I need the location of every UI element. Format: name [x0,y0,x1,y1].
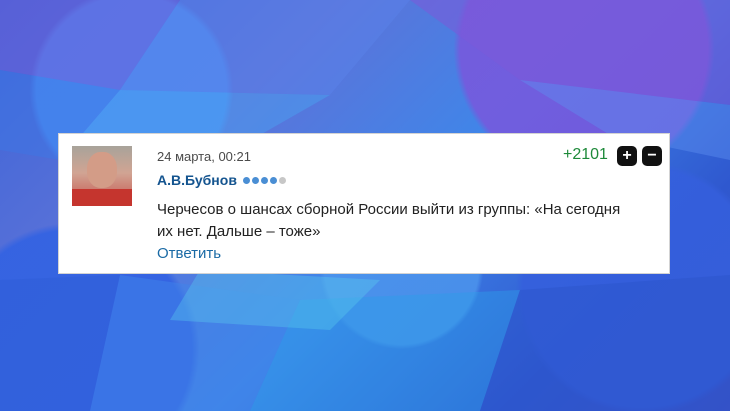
author-rating [242,176,286,184]
comment-card: 24 марта, 00:21 А.В.Бубнов Черчесов о ша… [58,133,670,274]
rating-dot [242,176,250,184]
avatar-face [87,152,117,188]
downvote-button[interactable]: − [642,146,662,166]
avatar-shirt [72,189,132,206]
comment-text: Черчесов о шансах сборной России выйти и… [157,201,621,240]
rating-dot [251,176,259,184]
comment-date: 24 марта, 00:21 [157,149,251,164]
rating-dot [260,176,268,184]
comment-score: +2101 [563,146,608,163]
author-block: А.В.Бубнов [157,172,286,188]
minus-icon: − [647,147,657,164]
avatar[interactable] [72,146,132,206]
author-name[interactable]: А.В.Бубнов [157,172,237,188]
upvote-button[interactable]: + [617,146,637,166]
reply-link[interactable]: Ответить [157,245,221,262]
plus-icon: + [622,147,632,164]
rating-dot [278,176,286,184]
rating-dot [269,176,277,184]
